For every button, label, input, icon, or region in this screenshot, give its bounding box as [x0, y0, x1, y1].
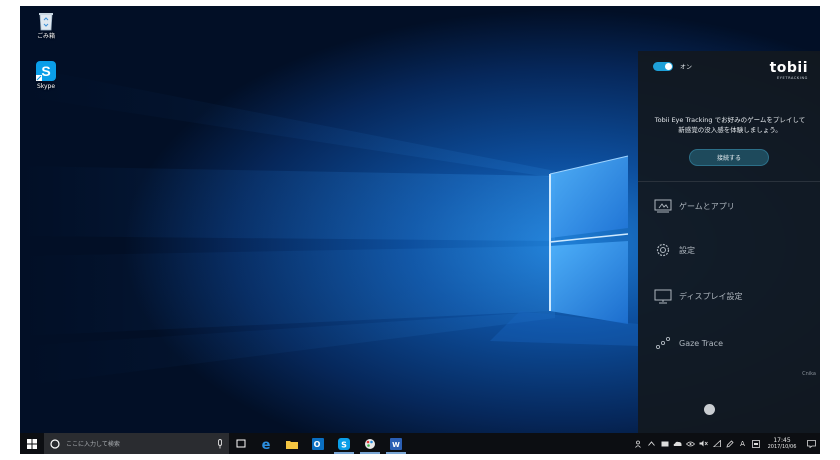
file-explorer-icon [286, 440, 298, 449]
taskbar-app-outlook[interactable]: O [305, 433, 331, 454]
status-dot [704, 404, 715, 415]
brand-subtitle: EYETRACKING [776, 76, 808, 80]
taskbar-clock[interactable]: 17:45 2017/10/06 [762, 437, 802, 451]
menu-item-label: 設定 [679, 245, 695, 255]
system-tray: A 17:45 2017/10/06 [632, 433, 820, 454]
volume-muted-icon[interactable] [697, 433, 710, 454]
toggle-label: オン [680, 64, 693, 71]
connect-button[interactable]: 接続する [689, 149, 769, 166]
input-indicator[interactable]: A [736, 433, 749, 454]
menu-item-label: ディスプレイ設定 [679, 291, 743, 301]
edge-icon: e [262, 438, 271, 450]
menu-item-label: Gaze Trace [679, 338, 723, 348]
brand-name: tobii [769, 60, 808, 76]
wifi-icon[interactable] [710, 433, 723, 454]
microphone-icon[interactable] [217, 438, 223, 449]
onedrive-icon[interactable] [671, 433, 684, 454]
recycle-bin-icon [39, 13, 53, 31]
gear-icon [653, 241, 673, 259]
desktop-icon-recycle-bin[interactable]: ごみ箱 [26, 10, 66, 41]
windows-start-icon [27, 438, 37, 449]
eye-tracking-toggle[interactable] [653, 62, 673, 71]
menu-item-display-settings[interactable]: ディスプレイ設定 [638, 274, 820, 318]
menu-item-games-apps[interactable]: ゲームとアプリ [638, 184, 820, 228]
svg-text:W: W [392, 441, 400, 449]
skype-icon: S [338, 437, 350, 450]
start-button[interactable] [20, 433, 44, 454]
pen-icon[interactable] [723, 433, 736, 454]
svg-text:O: O [314, 440, 321, 449]
app-running-indicator [386, 452, 406, 454]
tobii-panel: オン tobii EYETRACKING Tobii Eye Tracking … [638, 51, 820, 433]
desktop-icon-label: Skype [36, 83, 56, 90]
svg-text:S: S [41, 63, 50, 79]
taskbar-app-paint[interactable] [357, 433, 383, 454]
promo-text: Tobii Eye Tracking でお好みのゲームをプレイして 新感覚の没入… [646, 115, 814, 135]
paint-icon [365, 438, 375, 449]
clock-date: 2017/10/06 [767, 443, 797, 450]
keyboard-icon[interactable] [749, 433, 762, 454]
monitor-icon [653, 287, 673, 305]
promo-line-2: 新感覚の没入感を体験しましょう。 [678, 126, 782, 134]
action-center-icon[interactable] [802, 433, 820, 454]
menu-item-settings[interactable]: 設定 [638, 228, 820, 272]
desktop-screen: ごみ箱 S Skype オン tobii EYETRACKING Tobii E… [20, 6, 820, 454]
outlook-icon: O [312, 437, 324, 450]
app-running-indicator [334, 452, 354, 454]
games-apps-icon [653, 197, 673, 215]
taskbar-app-word[interactable]: W [383, 433, 409, 454]
panel-divider [638, 181, 820, 182]
skype-icon: S [36, 61, 56, 81]
version-label: Cnika [802, 371, 816, 377]
app-running-indicator [360, 452, 380, 454]
gaze-trace-icon [653, 334, 673, 352]
desktop-icon-skype[interactable]: S Skype [26, 60, 66, 91]
word-icon: W [390, 437, 402, 450]
task-view-button[interactable] [229, 433, 253, 454]
clock-time: 17:45 [773, 436, 791, 444]
desktop-icon-label: ごみ箱 [36, 33, 55, 40]
menu-item-label: ゲームとアプリ [679, 201, 735, 211]
network-tray-icon[interactable] [658, 433, 671, 454]
tobii-logo: tobii EYETRACKING [770, 61, 808, 80]
taskbar: ここに入力して検索 e O S W A 17:45 2017/10/06 [20, 433, 820, 454]
eye-tracking-tray-icon[interactable] [684, 433, 697, 454]
menu-item-gaze-trace[interactable]: Gaze Trace [638, 321, 820, 365]
chevron-up-icon[interactable] [645, 433, 658, 454]
taskbar-search-box[interactable]: ここに入力して検索 [44, 433, 229, 454]
taskbar-app-file-explorer[interactable] [279, 433, 305, 454]
task-view-icon [236, 439, 246, 448]
search-placeholder: ここに入力して検索 [66, 441, 120, 448]
eye-tracking-toggle-row: オン [653, 62, 692, 71]
taskbar-app-skype[interactable]: S [331, 433, 357, 454]
toggle-knob [665, 63, 672, 70]
promo-line-1: Tobii Eye Tracking でお好みのゲームをプレイして [654, 116, 806, 124]
people-icon[interactable] [632, 433, 645, 454]
taskbar-app-edge[interactable]: e [253, 433, 279, 454]
svg-text:S: S [341, 440, 347, 449]
svg-text:e: e [262, 438, 271, 450]
cortana-icon [50, 438, 60, 449]
